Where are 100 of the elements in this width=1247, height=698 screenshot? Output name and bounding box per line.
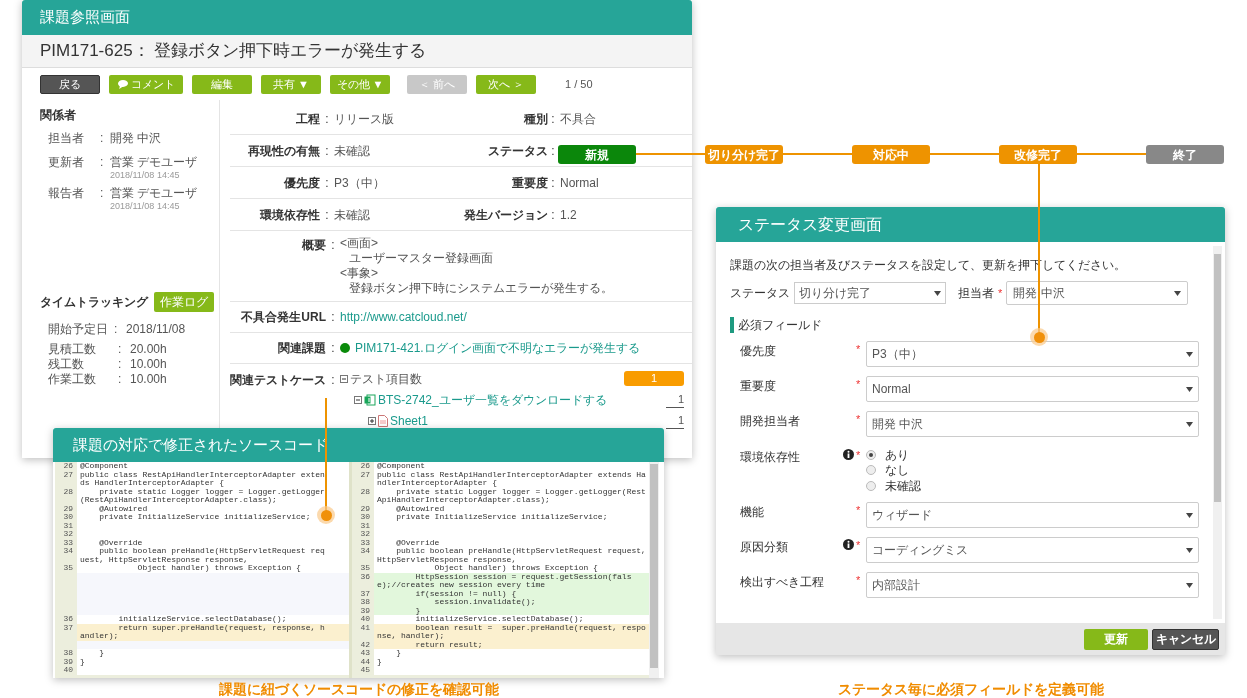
caret-icon [1186, 582, 1193, 588]
field-label: ステータス [730, 285, 790, 302]
caret-icon [1186, 421, 1193, 427]
field-label: 再現性の有無 [247, 142, 320, 160]
required-mark: * [855, 573, 862, 588]
url-link[interactable]: http://www.catcloud.net/ [340, 308, 692, 326]
status-badge: 対応中 [852, 145, 930, 164]
required-mark: * [855, 503, 862, 518]
required-mark: * [855, 377, 862, 392]
toolbar-button[interactable]: その他 ▼ [330, 74, 390, 94]
field-separator: : [118, 371, 123, 385]
select-field[interactable]: 内部設計 [866, 572, 1199, 598]
select-field[interactable]: 開発 中沢 [1006, 281, 1189, 305]
caret-icon [1174, 290, 1182, 296]
window-title: 課題参照画面 [22, 0, 692, 35]
field-label: 開始予定日 [48, 321, 109, 338]
field-separator: : [118, 356, 123, 370]
tree-item-link[interactable]: BTS-2742_ユーザ一覧をダウンロードする [378, 390, 664, 409]
related-issue-link[interactable]: PIM171-421.ログイン画面で不明なエラーが発生する [355, 339, 640, 357]
dialog-button[interactable]: 更新 [1084, 628, 1148, 650]
required-mark: * [998, 285, 1003, 301]
field-separator: : [330, 237, 336, 254]
field-label: 原因分類 [739, 539, 789, 556]
caption-text: 課題に紐づくソースコードの修正を確認可能 [217, 681, 500, 698]
field-label: 機能 [739, 504, 765, 521]
toolbar-button[interactable]: コメント [109, 74, 183, 94]
select-field[interactable]: P3（中） [866, 341, 1199, 367]
scrollbar[interactable] [1213, 246, 1222, 619]
field-label: 環境依存性 [739, 449, 801, 466]
field-value: 不具合 [559, 110, 597, 128]
field-value: 20.00h [130, 341, 167, 355]
select-field[interactable]: Normal [866, 376, 1199, 402]
caption-text: ステータス毎に必須フィールドを定義可能 [836, 681, 1105, 698]
section-heading: 関係者 [40, 107, 77, 124]
text-line: 登録ボタン押下時にシステムエラーが発生する。 [348, 281, 614, 296]
field-label: 重要度 [739, 378, 777, 395]
info-icon [843, 449, 854, 460]
count-badge: 1 [624, 371, 684, 386]
field-value: 10.00h [130, 356, 167, 370]
dialog-button[interactable]: キャンセル [1152, 628, 1219, 650]
select-field[interactable]: ウィザード [866, 502, 1199, 528]
required-mark: * [855, 342, 862, 357]
field-label: 担当者 [958, 285, 994, 302]
field-value: 1.2 [559, 206, 578, 224]
status-badge: 切り分け完了 [705, 145, 783, 164]
field-separator: : [114, 321, 119, 338]
radio-button[interactable] [866, 480, 876, 491]
required-mark: * [855, 448, 862, 463]
field-label: 残工数 [48, 356, 85, 370]
field-label: 工程 [295, 110, 320, 128]
option-label: なし [885, 462, 909, 480]
text-line: ユーザーマスター登録画面 [348, 251, 494, 266]
status-badge: 新規 [558, 145, 636, 164]
required-mark: * [855, 538, 862, 553]
field-separator: : [324, 174, 330, 192]
tree-item-link[interactable]: Sheet1 [390, 411, 664, 430]
radio-button[interactable] [866, 449, 876, 460]
field-label: 開発担当者 [739, 413, 801, 430]
section-marker [730, 317, 734, 333]
scrollbar[interactable] [649, 462, 659, 678]
field-value: Normal [559, 174, 600, 192]
field-value: P3（中） [334, 174, 386, 192]
field-label: 発生バージョン [463, 206, 548, 224]
field-value: 2018/11/08 [126, 321, 186, 338]
work-log-button[interactable]: 作業ログ [154, 292, 214, 312]
document-icon [378, 414, 388, 427]
select-field[interactable]: 開発 中沢 [866, 411, 1199, 437]
count-value: 1 [666, 390, 684, 409]
timestamp: 2018/11/08 14:45 [110, 170, 181, 181]
field-label: 更新者 [48, 155, 85, 170]
page-counter: 1 / 50 [565, 76, 593, 92]
field-label: 検出すべき工程 [739, 574, 825, 591]
speech-bubble-icon [117, 79, 128, 89]
panel-title: 課題の対応で修正されたソースコード [53, 428, 664, 462]
section-heading: タイムトラッキング [40, 294, 148, 311]
field-separator: : [118, 341, 123, 355]
field-label: 見積工数 [48, 341, 97, 355]
toolbar-button[interactable]: 戻る [40, 74, 100, 94]
status-badge: 改修完了 [999, 145, 1077, 164]
field-value: 開発 中沢 [110, 131, 162, 146]
field-separator: : [550, 174, 556, 192]
toolbar-button[interactable]: 編集 [192, 74, 252, 94]
option-label: あり [885, 446, 909, 464]
field-label: 担当者 [48, 131, 85, 146]
tree-item-label: テスト項目数 [350, 370, 423, 388]
caret-icon [934, 290, 941, 296]
issue-title: PIM171-625： 登録ボタン押下時エラーが発生する [40, 40, 427, 63]
select-field[interactable]: 切り分け完了 [794, 282, 946, 304]
field-separator: : [324, 110, 330, 128]
toolbar-button[interactable]: 共有 ▼ [261, 74, 321, 94]
caret-icon [1186, 547, 1193, 553]
field-label: 関連テストケース [230, 372, 326, 389]
field-separator: : [100, 131, 105, 146]
toolbar-button[interactable]: 次へ ＞ [476, 74, 536, 94]
select-field[interactable]: コーディングミス [866, 537, 1199, 563]
status-badge: 終了 [1146, 145, 1224, 164]
radio-button[interactable] [866, 465, 876, 476]
field-value: 10.00h [130, 371, 167, 385]
field-label: 優先度 [283, 174, 320, 192]
spreadsheet-icon [364, 393, 376, 406]
